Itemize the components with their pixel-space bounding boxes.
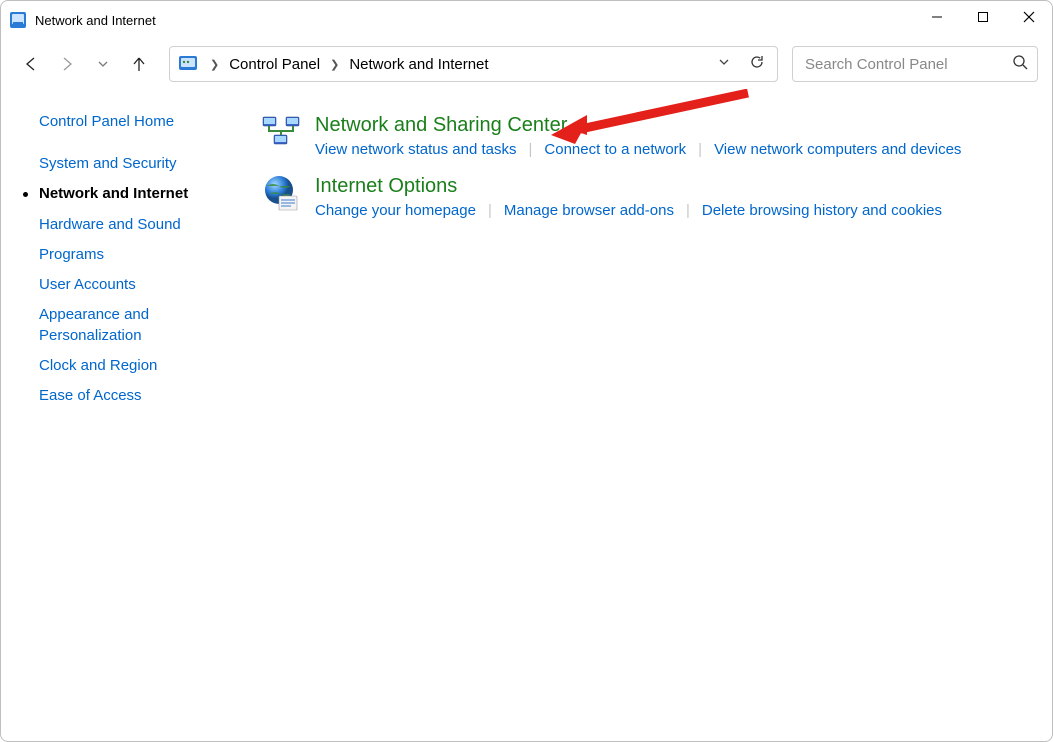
link-separator: |	[488, 202, 492, 219]
sidebar-item-appearance[interactable]: Appearance and Personalization	[25, 305, 195, 346]
forward-button[interactable]	[51, 48, 83, 80]
breadcrumb-sep-icon: ❯	[324, 58, 345, 71]
back-button[interactable]	[15, 48, 47, 80]
refresh-button[interactable]	[749, 54, 765, 74]
category-title-internet-options[interactable]: Internet Options	[315, 174, 1032, 198]
search-input[interactable]	[803, 55, 1006, 74]
search-box[interactable]	[792, 46, 1038, 82]
breadcrumb-sep-icon: ❯	[204, 58, 225, 71]
sidebar-item-user-accounts[interactable]: User Accounts	[25, 275, 223, 295]
sidebar: Control Panel Home System and Security N…	[1, 89, 233, 741]
control-panel-icon	[178, 54, 198, 74]
titlebar: Network and Internet	[1, 1, 1052, 39]
minimize-button[interactable]	[914, 1, 960, 33]
close-button[interactable]	[1006, 1, 1052, 33]
task-view-network-computers[interactable]: View network computers and devices	[714, 141, 961, 158]
content-area: Network and Sharing Center View network …	[233, 89, 1052, 741]
link-separator: |	[686, 202, 690, 219]
sidebar-item-hardware-sound[interactable]: Hardware and Sound	[25, 215, 223, 235]
task-manage-addons[interactable]: Manage browser add-ons	[504, 202, 674, 219]
link-separator: |	[529, 141, 533, 158]
sidebar-item-clock-region[interactable]: Clock and Region	[25, 356, 223, 376]
control-panel-window: Network and Internet	[0, 0, 1053, 742]
body: Control Panel Home System and Security N…	[1, 89, 1052, 741]
task-view-network-status[interactable]: View network status and tasks	[315, 141, 517, 158]
internet-options-icon	[261, 201, 301, 218]
section-internet-options: Internet Options Change your homepage | …	[261, 174, 1032, 219]
sidebar-item-network-internet[interactable]: Network and Internet	[25, 184, 223, 204]
task-change-homepage[interactable]: Change your homepage	[315, 202, 476, 219]
sidebar-item-ease-of-access[interactable]: Ease of Access	[25, 386, 223, 406]
recent-locations-button[interactable]	[87, 48, 119, 80]
up-button[interactable]	[123, 48, 155, 80]
link-separator: |	[698, 141, 702, 158]
maximize-button[interactable]	[960, 1, 1006, 33]
address-dropdown-icon[interactable]	[717, 55, 731, 73]
sidebar-home[interactable]: Control Panel Home	[25, 113, 223, 130]
section-network-sharing: Network and Sharing Center View network …	[261, 113, 1032, 158]
sidebar-item-system-security[interactable]: System and Security	[25, 154, 223, 174]
search-icon	[1012, 54, 1028, 74]
breadcrumb-current[interactable]: Network and Internet	[345, 56, 492, 73]
task-delete-browsing-history[interactable]: Delete browsing history and cookies	[702, 202, 942, 219]
address-bar[interactable]: ❯ Control Panel ❯ Network and Internet	[169, 46, 778, 82]
sidebar-item-programs[interactable]: Programs	[25, 245, 223, 265]
control-panel-app-icon	[9, 11, 27, 29]
category-title-network-sharing[interactable]: Network and Sharing Center	[315, 113, 1032, 137]
toolbar: ❯ Control Panel ❯ Network and Internet	[1, 39, 1052, 89]
breadcrumb-root[interactable]: Control Panel	[225, 56, 324, 73]
window-controls	[914, 1, 1052, 39]
network-sharing-icon	[261, 140, 301, 157]
task-connect-to-network[interactable]: Connect to a network	[544, 141, 686, 158]
window-title: Network and Internet	[35, 13, 156, 28]
